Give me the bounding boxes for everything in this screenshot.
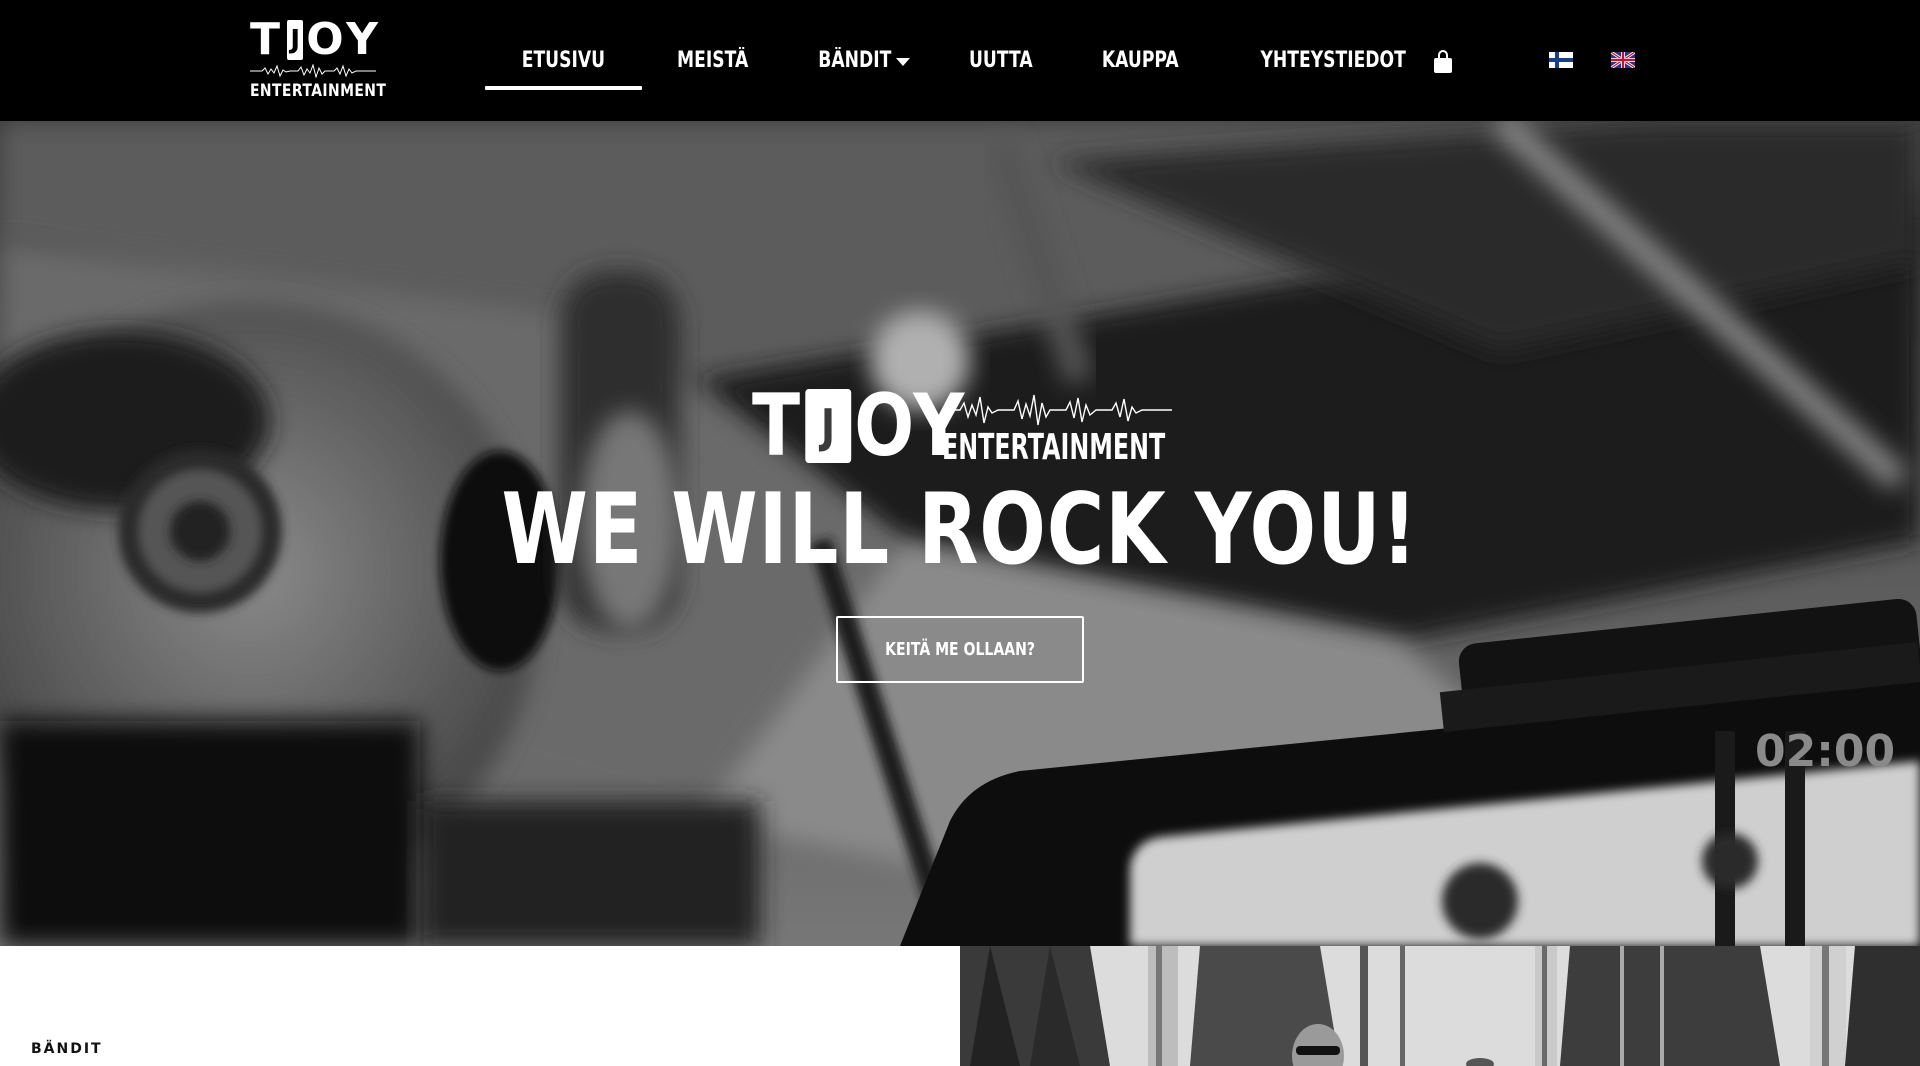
hero-section: 02:00 T J OY ENTERTAINMENT WE WILL ROCK … — [0, 121, 1920, 946]
hero-logo-letter-box: J — [805, 389, 851, 463]
screen-timecode: 02:00 — [1755, 726, 1895, 777]
nav-label: UUTTA — [968, 48, 1033, 73]
logo-letters-oy: OY — [306, 14, 382, 65]
logo-letter-box: J — [287, 20, 304, 60]
hero-title-text: WE WILL ROCK YOU! — [501, 473, 1419, 587]
hero-logo-letter-t: T — [752, 376, 802, 476]
band-photo-image — [960, 946, 1920, 1066]
shopping-bag-icon[interactable] — [1433, 50, 1453, 74]
nav-label: BÄNDIT — [818, 48, 892, 73]
bands-section: BÄNDIT — [0, 946, 960, 1066]
logo-letter-t: T — [250, 14, 285, 65]
main-nav: ETUSIVU MEISTÄ BÄNDIT UUTTA KAUPPA YHTEY… — [485, 36, 1451, 90]
chevron-down-icon — [895, 58, 910, 66]
site-logo[interactable]: T J OY ENTERTAINMENT — [250, 18, 387, 104]
nav-kauppa[interactable]: KAUPPA — [1066, 36, 1215, 90]
logo-wordmark: T J OY — [250, 18, 382, 62]
who-are-we-button-label: KEITÄ ME OLLAAN? — [885, 639, 1035, 660]
nav-label: YHTEYSTIEDOT — [1260, 48, 1406, 73]
hero-logo-wordmark: T J OY — [752, 381, 966, 471]
nav-label: MEISTÄ — [676, 48, 749, 73]
english-flag-icon[interactable] — [1610, 50, 1636, 70]
site-header: T J OY ENTERTAINMENT ETUSIVU MEISTÄ BÄND… — [0, 0, 1920, 121]
logo-subtitle: ENTERTAINMENT — [250, 81, 387, 101]
nav-yhteystiedot[interactable]: YHTEYSTIEDOT — [1215, 36, 1451, 90]
hero-logo-subtitle: ENTERTAINMENT — [942, 427, 1166, 468]
hero-title: WE WILL ROCK YOU! — [0, 475, 1920, 585]
nav-label: ETUSIVU — [521, 48, 606, 73]
nav-bandit[interactable]: BÄNDIT — [783, 36, 935, 90]
band-photo — [960, 946, 1920, 1066]
who-are-we-button[interactable]: KEITÄ ME OLLAAN? — [836, 616, 1084, 683]
finnish-flag-icon[interactable] — [1549, 52, 1573, 68]
nav-uutta[interactable]: UUTTA — [935, 36, 1067, 90]
soundwave-icon — [250, 64, 376, 78]
bands-section-label: BÄNDIT — [31, 1041, 103, 1057]
soundwave-icon — [942, 394, 1172, 426]
nav-etusivu[interactable]: ETUSIVU — [485, 36, 642, 90]
nav-label: KAUPPA — [1102, 48, 1180, 73]
nav-meista[interactable]: MEISTÄ — [642, 36, 783, 90]
